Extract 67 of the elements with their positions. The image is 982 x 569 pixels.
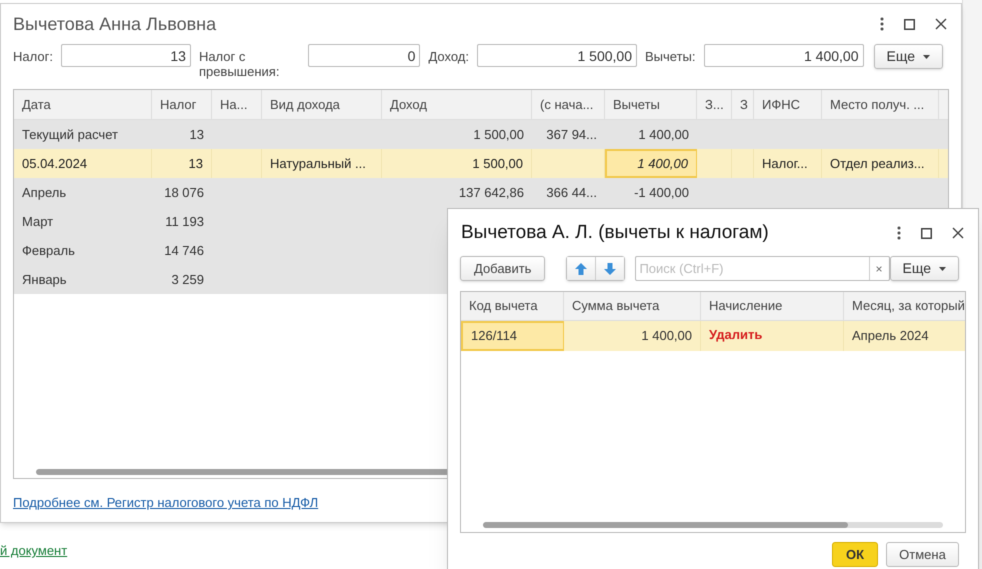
table-cell-text: 1 500,00 [472,126,525,144]
column-header[interactable]: Дата [14,90,152,119]
delete-link[interactable]: Удалить [701,321,844,351]
input-field[interactable]: 1 400,00 [704,44,864,67]
column-header[interactable]: Налог [152,90,212,119]
input-field[interactable]: 1 500,00 [477,44,637,67]
column-header[interactable]: З... [697,90,732,119]
window-title: Вычетова Анна Львовна [13,12,216,36]
caret-icon [923,54,930,58]
column-header[interactable]: Код вычета [461,292,564,320]
table-cell-text: Апрель [21,184,68,202]
table-cell: 1 400,00 [564,321,701,351]
column-header[interactable]: З [732,90,754,119]
add-button[interactable]: Добавить [460,256,546,281]
input-field[interactable]: 13 [60,44,191,67]
column-header[interactable]: Место получ. ... [822,90,939,119]
arrow-down-icon [604,262,616,274]
field-label: Налог с превышения: [198,48,280,79]
cancel-button[interactable]: Отмена [886,542,959,567]
column-header[interactable]: Вычеты [605,90,697,119]
table-cell-text: 137 642,86 [458,184,525,202]
more-icon[interactable] [880,17,884,31]
more-button[interactable]: Еще [890,256,959,281]
document-link[interactable]: й документ [0,541,68,560]
more-icon[interactable] [897,226,901,240]
column-header[interactable]: Доход [382,90,532,119]
column-header[interactable]: ИФНС [754,90,822,119]
move-down-button[interactable] [596,257,624,280]
register-link[interactable]: Подробнее см. Регистр налогового учета по НДФЛ [13,493,318,512]
table-cell-text: Январь [21,270,68,289]
input-field[interactable]: 0 [308,44,420,67]
table-cell-text: 366 44... [545,184,598,202]
table-cell: 126/114 [461,321,564,351]
column-header[interactable]: Месяц, за который [844,292,965,320]
column-header[interactable]: Начисление [701,292,844,320]
column-header[interactable]: На... [212,90,262,119]
field-label: Налог: [13,48,53,64]
search-field[interactable]: Поиск (Ctrl+F) × [635,256,890,281]
maximize-icon[interactable] [921,228,932,238]
table-cell-text: -1 400,00 [633,184,690,202]
ok-button[interactable]: ОК [832,542,878,567]
table-cell-text: 367 94... [545,126,598,144]
maximize-icon[interactable] [904,18,915,30]
table-cell-text: 14 746 [163,242,205,260]
more-button[interactable]: Еще [874,44,943,69]
table-cell-text: Февраль [21,242,76,260]
arrow-up-icon [575,262,588,274]
column-header[interactable]: (с нача... [532,90,605,119]
table-cell: 1 400,00 [605,149,697,178]
table-cell-text: 1 400,00 [637,126,690,144]
table-cell-text: 3 259 [170,270,205,289]
table-cell-text: Март [21,212,54,231]
scrollbar[interactable] [483,522,943,528]
column-header[interactable]: Вид дохода [262,90,382,119]
close-icon[interactable] [952,227,964,239]
clear-button[interactable]: × [868,257,888,280]
move-up-button[interactable] [567,257,596,280]
column-header[interactable]: Сумма вычета [564,292,701,320]
close-icon[interactable] [935,18,947,30]
table-cell-text: 13 [188,126,205,144]
table-cell-text: Текущий расчет [21,126,119,144]
table-cell-text: 18 076 [163,184,205,202]
field-label: Вычеты: [645,48,696,64]
table-cell: Апрель 2024 [844,321,965,351]
field-label: Доход: [428,48,469,64]
dialog-title: Вычетова А. Л. (вычеты к налогам) [461,220,769,245]
table-cell-text: 11 193 [164,212,205,231]
